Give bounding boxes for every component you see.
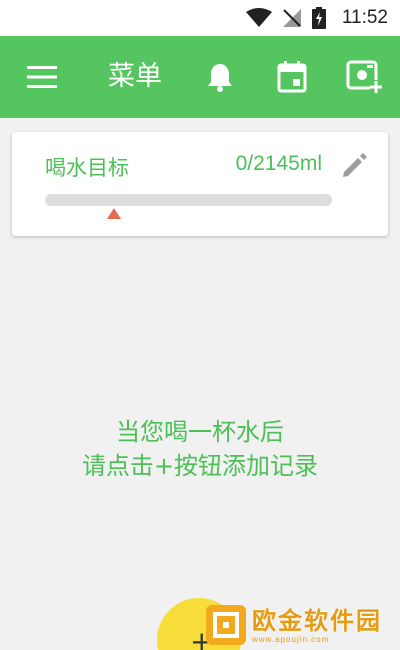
bell-icon[interactable]	[198, 36, 242, 118]
image-add-icon[interactable]	[342, 36, 386, 118]
status-time: 11:52	[341, 7, 388, 28]
signal-off-icon	[282, 8, 302, 28]
watermark-logo-icon	[206, 605, 246, 645]
watermark-text: 欧金软件园 www.apoujin.com	[252, 607, 382, 644]
toolbar: 菜单	[0, 36, 400, 118]
water-goal-card: 喝水目标 0/2145ml	[12, 132, 388, 236]
empty-hint: 当您喝一杯水后 请点击+按钮添加记录	[0, 415, 400, 483]
menu-icon[interactable]	[18, 36, 66, 118]
goal-value: 0/2145ml	[235, 152, 322, 175]
status-bar: 11:52	[0, 0, 400, 36]
wifi-icon	[245, 8, 272, 28]
calendar-icon[interactable]	[270, 36, 314, 118]
empty-hint-line2: 请点击+按钮添加记录	[81, 452, 319, 480]
goal-progress-bar	[45, 194, 332, 206]
battery-charging-icon	[311, 7, 326, 29]
watermark-url: www.apoujin.com	[252, 634, 330, 644]
watermark-title: 欧金软件园	[252, 606, 382, 635]
empty-hint-line1: 当您喝一杯水后	[116, 418, 284, 446]
pencil-icon[interactable]	[340, 152, 368, 184]
goal-label: 喝水目标	[45, 156, 129, 180]
watermark: 欧金软件园 www.apoujin.com	[206, 604, 396, 646]
toolbar-title: 菜单	[108, 61, 162, 92]
goal-marker-icon	[107, 208, 121, 219]
